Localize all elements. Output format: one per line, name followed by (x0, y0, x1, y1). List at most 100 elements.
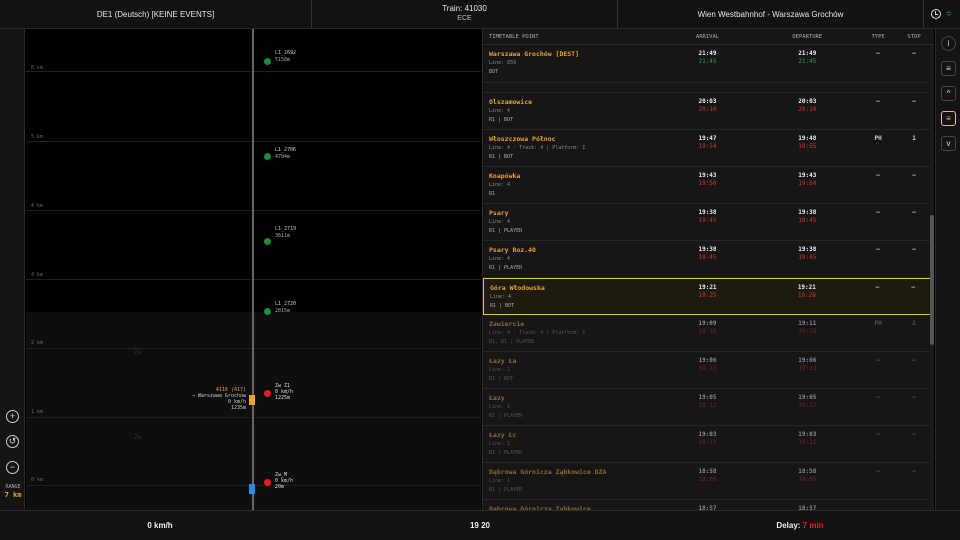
departure-scheduled: 20:03 (798, 98, 817, 105)
station-label: L1_2719 3611m (275, 226, 297, 239)
point-cell: Zawiercie Line: 4 · Track: 4 | Platform:… (483, 315, 663, 351)
departure-cell: 19:21 19:28 (752, 279, 861, 314)
point-name: Psary Roz.40 (489, 246, 536, 254)
timetable-row[interactable]: Włoszczowa Północ Line: 4 · Track: 4 | P… (483, 130, 934, 167)
range-value: 7 km (4, 491, 22, 499)
departure-actual: 19:18 (798, 328, 817, 335)
timetable-row[interactable]: Psary Line: 4 R1 | PLAYER 19:38 19:45 19… (483, 204, 934, 241)
stop-cell: – (912, 357, 916, 364)
timetable-row[interactable]: Warszawa Grochów [DEST] Line: 859 BOT 21… (483, 45, 934, 83)
stop-cell: – (912, 246, 916, 253)
clock-icon[interactable] (930, 9, 941, 19)
km-label: 1 km (31, 409, 44, 415)
type-cell: PH (874, 320, 882, 327)
speed-readout: 0 km/h (147, 521, 173, 530)
jump-to-current-button[interactable]: ≡ (941, 111, 956, 126)
arrival-cell: 19:09 19:16 (663, 315, 753, 351)
range-label: RANGE (5, 484, 21, 490)
reset-view-button[interactable]: ↺ (6, 435, 19, 448)
point-tags: R1 | PLAYER (489, 487, 523, 493)
header-point[interactable]: TIMETABLE POINT (483, 34, 663, 40)
departure-actual: 19:12 (798, 402, 817, 409)
zoom-out-button[interactable]: − (6, 461, 19, 474)
point-tags: BOT (489, 69, 499, 75)
arrival-actual: 21:45 (698, 58, 717, 65)
stop-cell: – (911, 284, 915, 291)
header-stop[interactable]: STOP (894, 34, 934, 40)
point-tags: R1 | BOT (489, 154, 514, 160)
timetable-row[interactable]: Knapówka Line: 4 R1 19:43 19:50 19:43 19… (483, 167, 934, 204)
track-graph[interactable]: 6 km 5 km 4 km 4 km 2 km 1 km 0 km Zw Zw… (26, 29, 481, 510)
arrival-scheduled: 19:03 (698, 431, 717, 438)
point-meta: Line: 4 (489, 108, 511, 114)
timetable-row[interactable]: Dąbrowa Górnicza Ząbkowice 18:57 18:57 (483, 500, 934, 510)
timetable-scrollbar[interactable] (930, 45, 934, 510)
info-button[interactable]: i (941, 36, 956, 51)
departure-actual: 19:05 (798, 476, 817, 483)
signal-marker[interactable] (264, 390, 271, 397)
departure-actual: 19:50 (798, 180, 817, 187)
departure-scheduled: 19:38 (798, 209, 817, 216)
timetable-row[interactable]: Łazy Line: 1 R1 | PLAYER 19:05 19:12 19:… (483, 389, 934, 426)
other-train-marker[interactable] (249, 395, 255, 405)
stop-cell: – (912, 468, 916, 475)
language-info: DE1 (Deutsch) [KEINE EVENTS] (0, 0, 312, 28)
departure-scheduled: 18:58 (798, 468, 817, 475)
departure-scheduled: 19:11 (798, 320, 817, 327)
arrival-cell: 21:49 21:45 (663, 45, 753, 82)
timetable-row[interactable]: Dąbrowa Górnicza Ząbkowice DZA Line: 1 R… (483, 463, 934, 500)
station-marker[interactable] (264, 308, 271, 315)
station-marker[interactable] (264, 58, 271, 65)
point-meta: Line: 4 (489, 256, 511, 262)
station-label: L1_2720 2815m (275, 301, 297, 314)
point-meta: Line: 4 (489, 182, 511, 188)
header-arrival[interactable]: ARRIVAL (663, 34, 753, 40)
departure-actual: 21:45 (798, 58, 817, 65)
arrival-cell: 20:03 20:10 (663, 93, 753, 129)
stop-cell (894, 500, 934, 510)
range-indicator: RANGE 7 km (2, 484, 24, 499)
bottom-bar: 0 km/h 19 20 Delay: 7 min (0, 510, 960, 540)
point-tags: R1 | PLAYER (489, 265, 523, 271)
departure-actual: 19:28 (797, 292, 816, 299)
point-meta: Line: 1 (489, 478, 511, 484)
type-cell (862, 500, 894, 510)
delay-readout: Delay: 7 min (640, 521, 960, 530)
departure-cell: 18:58 19:05 (752, 463, 862, 499)
arrival-scheduled: 19:05 (698, 394, 717, 401)
station-marker[interactable] (264, 153, 271, 160)
type-cell: – (876, 431, 880, 438)
status-icons: ≑ (924, 9, 960, 19)
station-marker[interactable] (264, 238, 271, 245)
scrollbar-thumb[interactable] (930, 215, 934, 345)
timetable-row[interactable]: Łazy Łc Line: 1 R1 | PLAYER 19:03 19:11 … (483, 426, 934, 463)
scroll-down-button[interactable]: v (941, 136, 956, 151)
arrival-actual: 19:13 (698, 365, 717, 372)
arrival-actual: 19:54 (698, 143, 717, 150)
stop-cell: – (912, 98, 916, 105)
timetable-row[interactable]: Góra Włodowska Line: 4 R1 | BOT 19:21 19… (483, 278, 934, 315)
zoom-in-button[interactable]: + (6, 410, 19, 423)
timetable-row[interactable]: Łazy Ła Line: 1 R1 | BOT 19:06 19:13 19:… (483, 352, 934, 389)
arrival-scheduled: 21:49 (698, 50, 717, 57)
list-view-button[interactable]: ≡ (941, 61, 956, 76)
scroll-up-button[interactable]: ^ (941, 86, 956, 101)
departure-cell: 19:48 19:55 (752, 130, 862, 166)
arrival-actual: 19:50 (698, 180, 717, 187)
point-tags: R1 | BOT (489, 117, 514, 123)
timetable-row[interactable]: Zawiercie Line: 4 · Track: 4 | Platform:… (483, 315, 934, 352)
arrival-scheduled: 19:09 (698, 320, 717, 327)
point-name: Łazy (489, 394, 505, 402)
header-departure[interactable]: DEPARTURE (752, 34, 862, 40)
timetable-row[interactable]: Psary Roz.40 Line: 4 R1 | PLAYER 19:38 1… (483, 241, 934, 278)
own-train-marker[interactable] (249, 484, 255, 494)
header-type[interactable]: TYPE (862, 34, 894, 40)
type-cell: – (876, 357, 880, 364)
stop-cell: 1 (912, 135, 916, 142)
km-label: 5 km (31, 134, 44, 140)
point-cell: Olszamowice Line: 4 R1 | BOT (483, 93, 663, 129)
type-cell: – (875, 284, 880, 291)
timetable-row[interactable]: Olszamowice Line: 4 R1 | BOT 20:03 20:10… (483, 93, 934, 130)
signal-label: Zw_M 0 km/h 20m (275, 472, 294, 490)
signal-marker[interactable] (264, 479, 271, 486)
